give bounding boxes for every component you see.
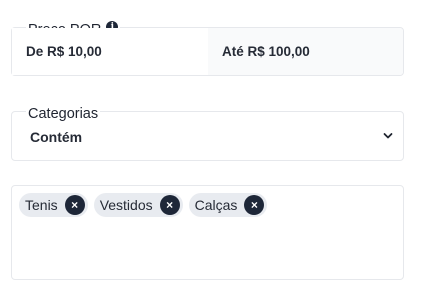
chevron-down-icon[interactable] xyxy=(383,131,393,141)
tag-chip-tenis: Tenis × xyxy=(19,193,88,217)
tag-label: Calças xyxy=(194,197,238,213)
tag-label: Tenis xyxy=(25,197,58,213)
price-min-input[interactable]: De R$ 10,00 xyxy=(12,28,208,75)
category-select[interactable]: Categorias Contém xyxy=(11,106,404,161)
category-selected-value: Contém xyxy=(30,129,83,145)
category-legend-label: Categorias xyxy=(28,106,99,122)
category-legend: Categorias xyxy=(26,106,101,122)
price-max-input[interactable]: Até R$ 100,00 xyxy=(208,28,403,75)
tag-label: Vestidos xyxy=(99,197,153,213)
tags-input[interactable]: Tenis × Vestidos × Calças × xyxy=(11,185,404,280)
price-range-field: Preço POR i De R$ 10,00 Até R$ 100,00 xyxy=(11,21,404,76)
tag-chip-calcas: Calças × xyxy=(188,193,268,217)
tag-remove-icon[interactable]: × xyxy=(244,195,265,215)
tag-remove-icon[interactable]: × xyxy=(64,195,85,215)
tag-chip-vestidos: Vestidos × xyxy=(93,193,183,217)
tag-list: Tenis × Vestidos × Calças × xyxy=(19,193,268,217)
tag-remove-icon[interactable]: × xyxy=(159,195,180,215)
